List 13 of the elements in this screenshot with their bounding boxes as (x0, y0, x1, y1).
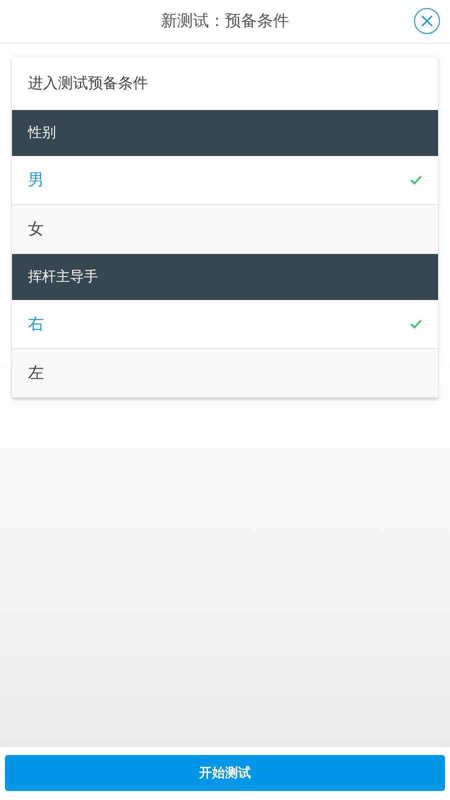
section-header: 性别 (12, 110, 438, 156)
page-title: 新测试：预备条件 (161, 11, 289, 32)
section-header: 挥杆主导手 (12, 254, 438, 300)
close-button[interactable] (414, 8, 440, 34)
intro-text: 进入测试预备条件 (27, 73, 149, 94)
start-button[interactable]: 开始测试 (5, 755, 445, 791)
option-item[interactable]: 右 (12, 300, 438, 349)
option-item[interactable]: 男 (12, 156, 438, 205)
check-icon (410, 319, 422, 329)
check-icon (410, 175, 422, 185)
option-item[interactable]: 左 (12, 349, 438, 398)
close-icon (421, 15, 433, 27)
option-item[interactable]: 女 (12, 205, 438, 254)
